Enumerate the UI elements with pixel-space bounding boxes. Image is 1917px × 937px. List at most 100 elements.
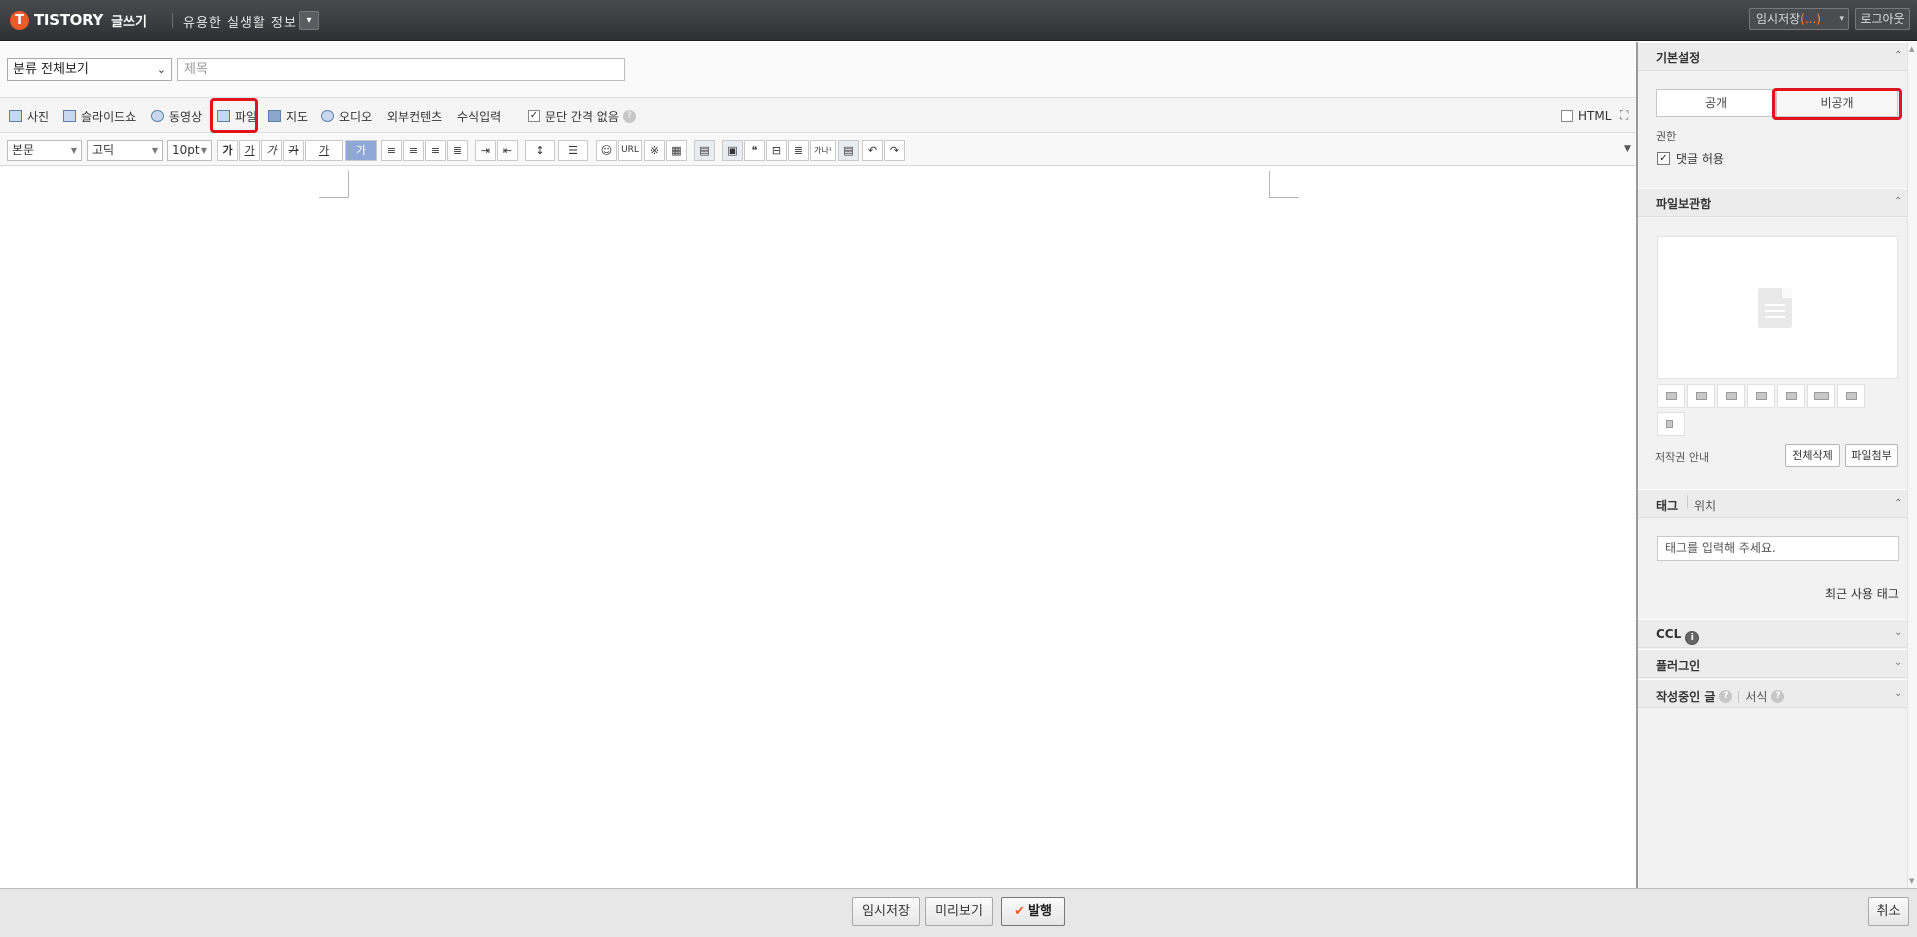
background-color-button[interactable]: 가 — [345, 140, 377, 161]
chevron-down-icon[interactable]: ▾ — [299, 11, 319, 30]
chevron-down-icon[interactable]: ⌄ — [1894, 657, 1902, 668]
public-option[interactable]: 공개 — [1656, 89, 1776, 117]
audio-icon — [321, 110, 334, 122]
checkbox-icon — [1561, 110, 1573, 122]
fullscreen-icon[interactable]: ⛶ — [1620, 108, 1628, 123]
tab-format[interactable]: 서식 — [1745, 688, 1767, 705]
gallery-icon[interactable] — [1837, 384, 1865, 408]
scroll-down-icon[interactable]: ▼ — [1909, 877, 1914, 885]
tistory-logo[interactable]: T TISTORY 글쓰기 — [10, 10, 147, 30]
list-icon[interactable]: ☰ — [558, 140, 588, 161]
superscript-button[interactable]: 가나¹ — [810, 140, 836, 161]
tags-header[interactable] — [1638, 489, 1907, 518]
quote-button[interactable]: ❝ — [744, 140, 765, 161]
no-paragraph-gap-toggle[interactable]: ✓ 문단 간격 없음? — [528, 108, 636, 124]
emoticon-icon[interactable]: ☺ — [596, 140, 617, 161]
align-justify-icon[interactable]: ≣ — [447, 140, 468, 161]
chevron-up-icon[interactable]: ⌃ — [1894, 498, 1902, 509]
document-icon — [1758, 288, 1792, 328]
delete-all-button[interactable]: 전체삭제 — [1785, 444, 1840, 467]
help-icon[interactable]: ? — [1771, 690, 1785, 703]
align-left-image-icon[interactable] — [1657, 384, 1685, 408]
redo-icon[interactable]: ↷ — [884, 140, 905, 161]
align-right-image-icon[interactable] — [1717, 384, 1745, 408]
undo-icon[interactable]: ↶ — [862, 140, 883, 161]
formula-button[interactable]: 수식입력 — [457, 108, 501, 124]
publish-label: 발행 — [1027, 904, 1052, 919]
font-color-button[interactable]: 가 — [305, 140, 343, 161]
scroll-up-icon[interactable]: ▲ — [1909, 45, 1914, 53]
url-button[interactable]: URL — [618, 140, 642, 161]
photo-button[interactable]: 사진 — [9, 108, 49, 124]
external-content-button[interactable]: 외부컨텐츠 — [387, 108, 442, 124]
no-paragraph-gap-label: 문단 간격 없음 — [545, 109, 619, 124]
underline-button[interactable]: 가 — [239, 140, 260, 161]
temp-save-dropdown[interactable]: 임시저장(...) ▾ — [1749, 8, 1849, 30]
three-images-icon[interactable] — [1807, 384, 1835, 408]
divider-line-icon[interactable]: ≣ — [788, 140, 809, 161]
cancel-button[interactable]: 취소 — [1868, 897, 1909, 926]
chevron-down-icon[interactable]: ⌄ — [1894, 627, 1902, 638]
chevron-up-icon[interactable]: ⌃ — [1894, 196, 1902, 207]
slideshow-button[interactable]: 슬라이드쇼 — [63, 108, 136, 124]
category-select[interactable]: 분류 전체보기 ⌄ — [7, 58, 172, 81]
paragraph-style-select[interactable]: 본문 ▼ — [7, 140, 82, 161]
title-input[interactable]: 제목 — [177, 58, 625, 81]
video-button[interactable]: 동영상 — [151, 108, 202, 124]
publish-button[interactable]: ✔ 발행 — [1001, 897, 1065, 926]
attach-file-button[interactable]: 파일첨부 — [1845, 444, 1898, 467]
allow-comments-label: 댓글 허용 — [1676, 152, 1724, 166]
help-icon[interactable]: ? — [1719, 690, 1733, 703]
copyright-notice-link[interactable]: 저작권 안내 — [1655, 449, 1709, 465]
map-label: 지도 — [286, 109, 309, 124]
paragraph-style-value: 본문 — [12, 143, 35, 157]
preview-button[interactable]: 미리보기 — [925, 897, 993, 926]
private-option-highlight — [1772, 88, 1902, 120]
font-select[interactable]: 고딕 ▼ — [87, 140, 163, 161]
tag-input[interactable]: 태그를 입력해 주세요. — [1657, 536, 1899, 561]
margin-marker-right — [1269, 171, 1299, 198]
table-icon[interactable]: ▦ — [666, 140, 687, 161]
sidebar-scrollbar[interactable]: ▲ ▼ — [1907, 42, 1917, 888]
layout-icon[interactable]: ▤ — [694, 140, 715, 161]
font-size-select[interactable]: 10pt ▼ — [167, 140, 212, 161]
map-button[interactable]: 지도 — [268, 108, 308, 124]
align-left-icon[interactable]: ≡ — [381, 140, 402, 161]
help-icon[interactable]: ? — [622, 109, 636, 123]
text-box-icon[interactable]: ▣ — [722, 140, 743, 161]
tab-location[interactable]: 위치 — [1694, 497, 1716, 514]
align-right-icon[interactable]: ≡ — [425, 140, 446, 161]
outdent-icon[interactable]: ⇤ — [497, 140, 518, 161]
allow-comments-toggle[interactable]: ✓ 댓글 허용 — [1657, 150, 1724, 167]
chevron-down-icon[interactable]: ▼ — [1624, 144, 1631, 154]
editor-body[interactable] — [0, 167, 1636, 888]
special-char-icon[interactable]: ※ — [644, 140, 665, 161]
chevron-down-icon[interactable]: ⌄ — [1894, 688, 1902, 699]
more-icon[interactable]: ⊟ — [766, 140, 787, 161]
slideshow-icon — [63, 110, 76, 122]
strikethrough-button[interactable]: 가 — [283, 140, 304, 161]
drafts-title-row: 작성중인 글 ? 서식 ? — [1656, 688, 1785, 705]
blog-name[interactable]: 유용한 실생활 정보 — [183, 12, 297, 31]
audio-button[interactable]: 오디오 — [321, 108, 372, 124]
indent-icon[interactable]: ⇥ — [475, 140, 496, 161]
logo-text: TISTORY — [34, 11, 104, 29]
tab-tags[interactable]: 태그 — [1656, 497, 1678, 514]
align-center-image-icon[interactable] — [1687, 384, 1715, 408]
float-image-icon[interactable] — [1747, 384, 1775, 408]
align-center-icon[interactable]: ≡ — [403, 140, 424, 161]
tab-drafts[interactable]: 작성중인 글 — [1656, 688, 1715, 705]
two-images-icon[interactable] — [1777, 384, 1805, 408]
video-icon — [151, 110, 164, 122]
logout-button[interactable]: 로그아웃 — [1855, 8, 1910, 30]
recent-tags-link[interactable]: 최근 사용 태그 — [1825, 585, 1899, 602]
italic-button[interactable]: 가 — [261, 140, 282, 161]
audio-file-icon[interactable] — [1657, 412, 1685, 436]
bold-button[interactable]: 가 — [217, 140, 238, 161]
chevron-up-icon[interactable]: ⌃ — [1894, 50, 1902, 61]
temp-save-button[interactable]: 임시저장 — [852, 897, 920, 926]
file-storage-title: 파일보관함 — [1656, 197, 1712, 211]
code-icon[interactable]: ▤ — [838, 140, 859, 161]
html-mode-toggle[interactable]: HTML — [1561, 108, 1611, 124]
line-height-icon[interactable]: ↕ — [525, 140, 555, 161]
